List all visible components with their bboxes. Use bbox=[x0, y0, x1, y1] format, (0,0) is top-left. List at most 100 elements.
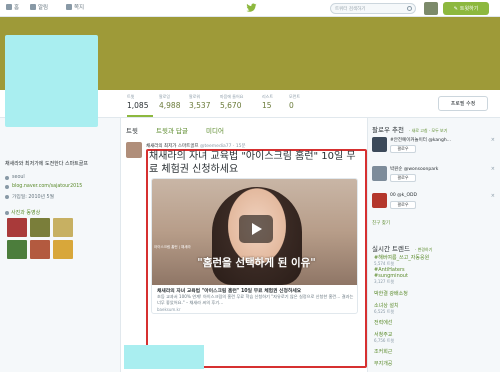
trend-item[interactable]: 소녀상 설치 6,525 트윗 bbox=[374, 302, 399, 315]
stat-label: 팔로워 bbox=[189, 94, 201, 99]
stat-moments[interactable]: 모먼트 0 bbox=[289, 94, 300, 110]
home-icon bbox=[6, 4, 12, 10]
user-avatar[interactable] bbox=[424, 2, 438, 15]
active-stat-indicator bbox=[127, 115, 153, 117]
trend-item[interactable]: #해버여름_쓰고_자동응원 5,574 트윗 bbox=[374, 254, 429, 267]
photo-thumbnail[interactable] bbox=[30, 240, 50, 259]
nav-messages[interactable]: 쪽지 bbox=[66, 3, 84, 11]
profile-joined: 가입일: 2010년 5월 bbox=[5, 193, 54, 200]
trend-name[interactable]: 조커회근 bbox=[374, 348, 392, 355]
twitter-bird-icon[interactable] bbox=[246, 3, 257, 13]
profile-website[interactable]: blog.naver.com/sajatour2015 bbox=[5, 184, 82, 189]
photos-videos-link[interactable]: 사진과 동영상 bbox=[5, 209, 40, 216]
card-description: 초등 교과서 100% 연계! 아이스크림의 홈런 무료 학습 신청하기 "자유… bbox=[157, 294, 354, 305]
tweet-button[interactable]: ✎ 트윗하기 bbox=[443, 2, 489, 15]
stat-value: 4,988 bbox=[159, 101, 181, 110]
nav-home-label: 홈 bbox=[14, 5, 20, 11]
envelope-icon bbox=[66, 4, 72, 10]
stat-value: 15 bbox=[262, 101, 272, 110]
nav-messages-label: 쪽지 bbox=[74, 5, 85, 11]
tweet-button-label: 트윗하기 bbox=[459, 6, 479, 12]
stat-value: 5,670 bbox=[220, 101, 242, 110]
suggestion-avatar[interactable] bbox=[372, 166, 387, 181]
suggestion-name[interactable]: 박원순 @wonsoonpark bbox=[390, 166, 438, 172]
tab-media[interactable]: 미디어 bbox=[206, 125, 224, 135]
trends-title: 실시간 트렌드 bbox=[372, 245, 410, 253]
follow-button[interactable]: 팔로우 bbox=[390, 201, 416, 209]
photo-thumbnail[interactable] bbox=[7, 218, 27, 237]
trend-name[interactable]: 전력에선 bbox=[374, 319, 392, 326]
trend-name[interactable]: 박한결 광배소청 bbox=[374, 290, 408, 297]
photo-thumbnail[interactable] bbox=[30, 218, 50, 237]
stat-label: 트윗 bbox=[127, 94, 135, 99]
suggestion-name[interactable]: #안전예이커놀이터 @kangh... bbox=[390, 137, 451, 143]
trend-item[interactable]: 조커회근 bbox=[374, 348, 392, 355]
play-icon[interactable] bbox=[239, 215, 273, 243]
stat-lists[interactable]: 리스트 15 bbox=[262, 94, 273, 110]
trends-header: 실시간 트렌드 · 변경하기 bbox=[372, 243, 432, 253]
trend-name[interactable]: 소녀상 설치 bbox=[374, 302, 399, 309]
tweet-media-card[interactable]: 아이스크림 홈런 | 채새라 "홈런을 선택하게 된 이유" 채새라의 자녀 교… bbox=[151, 178, 358, 314]
suggestion-avatar[interactable] bbox=[372, 193, 387, 208]
who-to-follow-links[interactable]: · 새로 고침 · 모두 보기 bbox=[409, 128, 447, 133]
search-input[interactable]: 트위터 검색하기 bbox=[330, 3, 416, 14]
link-icon bbox=[5, 184, 9, 189]
stat-tweets[interactable]: 트윗 1,085 bbox=[127, 94, 148, 110]
follow-button[interactable]: 팔로우 bbox=[390, 145, 416, 153]
quill-icon: ✎ bbox=[453, 5, 458, 12]
photo-thumbnail[interactable] bbox=[7, 240, 27, 259]
stat-value: 3,537 bbox=[189, 101, 211, 110]
video-caption-small: 아이스크림 홈런 | 채새라 bbox=[154, 245, 191, 249]
trend-item[interactable]: 박한결 광배소청 bbox=[374, 290, 408, 297]
profile-bio: 채새라와 최저가에 도전한다 스마트골프 bbox=[5, 161, 88, 167]
dismiss-icon[interactable]: × bbox=[491, 193, 495, 199]
suggestion-name[interactable]: 00 @k_ODD bbox=[390, 193, 417, 198]
stat-followers[interactable]: 팔로워 3,537 bbox=[189, 94, 210, 110]
find-friends-link[interactable]: 친구 찾기 bbox=[372, 220, 390, 226]
follow-suggestion: 00 @k_ODD 팔로우 × bbox=[372, 193, 497, 217]
video-thumbnail[interactable]: 아이스크림 홈런 | 채새라 "홈런을 선택하게 된 이유" bbox=[152, 179, 357, 285]
nav-notifications-label: 알림 bbox=[38, 5, 49, 11]
suggestion-avatar[interactable] bbox=[372, 137, 387, 152]
follow-suggestion: 박원순 @wonsoonpark 팔로우 × bbox=[372, 166, 497, 190]
trend-name[interactable]: 서청주교 bbox=[374, 331, 394, 338]
photo-thumbnail[interactable] bbox=[53, 218, 73, 237]
trend-name[interactable]: #해버여름_쓰고_자동응원 bbox=[374, 254, 429, 261]
search-icon[interactable] bbox=[407, 6, 412, 11]
trend-item[interactable]: 서청주교 6,756 트윗 bbox=[374, 331, 394, 344]
timeline-tabs: 트윗 트윗과 답글 미디어 bbox=[120, 122, 368, 138]
profile-picture[interactable] bbox=[5, 35, 98, 127]
stat-label: 리스트 bbox=[262, 94, 274, 99]
video-overlay-text: "홈런을 선택하게 된 이유" bbox=[197, 257, 316, 269]
stat-following[interactable]: 팔로잉 4,988 bbox=[159, 94, 180, 110]
trend-count: 6,525 트윗 bbox=[374, 309, 395, 314]
stat-value: 0 bbox=[289, 101, 294, 110]
edit-profile-button[interactable]: 프로필 수정 bbox=[438, 96, 488, 111]
photo-thumbnail[interactable] bbox=[53, 240, 73, 259]
trend-item[interactable]: 무지개공 bbox=[374, 360, 392, 367]
trends-change-link[interactable]: · 변경하기 bbox=[415, 247, 432, 252]
stat-label: 모먼트 bbox=[289, 94, 301, 99]
trend-item[interactable]: #sungminout 3,127 트윗 bbox=[374, 273, 408, 285]
trend-count: 6,756 트윗 bbox=[374, 338, 395, 343]
stat-likes[interactable]: 마음에 들어요 5,670 bbox=[220, 94, 243, 110]
profile-location: seoul bbox=[5, 175, 25, 180]
nav-notifications[interactable]: 알림 bbox=[30, 3, 48, 11]
tweet-author-avatar[interactable] bbox=[126, 142, 142, 158]
location-icon bbox=[5, 175, 9, 180]
nav-home[interactable]: 홈 bbox=[6, 3, 19, 11]
website-link[interactable]: blog.naver.com/sajatour2015 bbox=[12, 184, 82, 189]
camera-icon bbox=[5, 210, 9, 215]
card-title[interactable]: 채새라의 자녀 교육법 "아이스크림 홈런" 10일 무료 체험권 신청하세요 bbox=[157, 287, 355, 294]
stat-label: 마음에 들어요 bbox=[220, 94, 244, 99]
top-nav: 홈 알림 쪽지 트위터 검색하기 ✎ 트윗하기 bbox=[0, 0, 500, 17]
dismiss-icon[interactable]: × bbox=[491, 137, 495, 143]
stat-value: 1,085 bbox=[127, 101, 149, 110]
dismiss-icon[interactable]: × bbox=[491, 166, 495, 172]
trend-name[interactable]: 무지개공 bbox=[374, 360, 392, 367]
follow-button[interactable]: 팔로우 bbox=[390, 174, 416, 182]
tab-tweets[interactable]: 트윗 bbox=[126, 125, 138, 135]
follow-suggestion: #안전예이커놀이터 @kangh... 팔로우 × bbox=[372, 137, 497, 161]
trend-item[interactable]: 전력에선 bbox=[374, 319, 392, 326]
tab-tweets-and-replies[interactable]: 트윗과 답글 bbox=[156, 125, 188, 135]
